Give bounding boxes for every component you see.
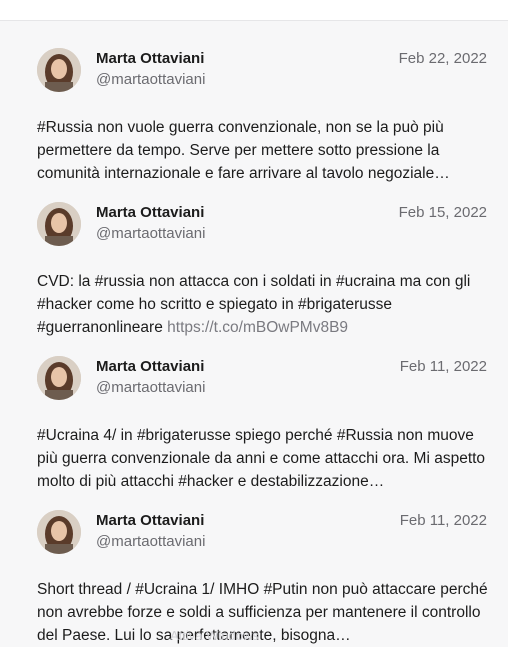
tweet-date[interactable]: Feb 11, 2022: [400, 512, 487, 529]
tweet-date[interactable]: Feb 15, 2022: [399, 204, 487, 221]
avatar-image: [37, 356, 81, 400]
author-name[interactable]: Marta Ottaviani: [96, 512, 204, 529]
tweet-text: CVD: la #russia non attacca con i soldat…: [37, 270, 489, 339]
top-strip: [0, 0, 508, 21]
tweet-text: Short thread / #Ucraina 1/ IMHO #Putin n…: [37, 578, 489, 647]
avatar[interactable]: [37, 202, 81, 246]
tweet-date[interactable]: Feb 11, 2022: [400, 358, 487, 375]
author-name[interactable]: Marta Ottaviani: [96, 50, 204, 67]
tweet-text: #Russia non vuole guerra convenzionale, …: [37, 116, 489, 185]
author-handle[interactable]: @martaottaviani: [96, 533, 205, 550]
avatar-image: [37, 48, 81, 92]
avatar[interactable]: [37, 356, 81, 400]
avatar-image: [37, 202, 81, 246]
avatar-image: [37, 510, 81, 554]
tweet-body: #Ucraina 4/ in #brigaterusse spiego perc…: [37, 427, 486, 490]
author-name[interactable]: Marta Ottaviani: [96, 204, 204, 221]
author-handle[interactable]: @martaottaviani: [96, 225, 205, 242]
tweet-text: #Ucraina 4/ in #brigaterusse spiego perc…: [37, 424, 489, 493]
tweet-date[interactable]: Feb 22, 2022: [399, 50, 487, 67]
author-handle[interactable]: @martaottaviani: [96, 379, 205, 396]
author-name[interactable]: Marta Ottaviani: [96, 358, 204, 375]
avatar[interactable]: [37, 510, 81, 554]
avatar[interactable]: [37, 48, 81, 92]
author-handle[interactable]: @martaottaviani: [96, 71, 205, 88]
tweet-body: #Russia non vuole guerra convenzionale, …: [37, 119, 450, 182]
tweet-link[interactable]: https://t.co/mBOwPMv8B9: [167, 319, 348, 336]
os-watermark: Attiva Windows: [170, 628, 259, 643]
tweet-body: Short thread / #Ucraina 1/ IMHO #Putin n…: [37, 581, 488, 644]
